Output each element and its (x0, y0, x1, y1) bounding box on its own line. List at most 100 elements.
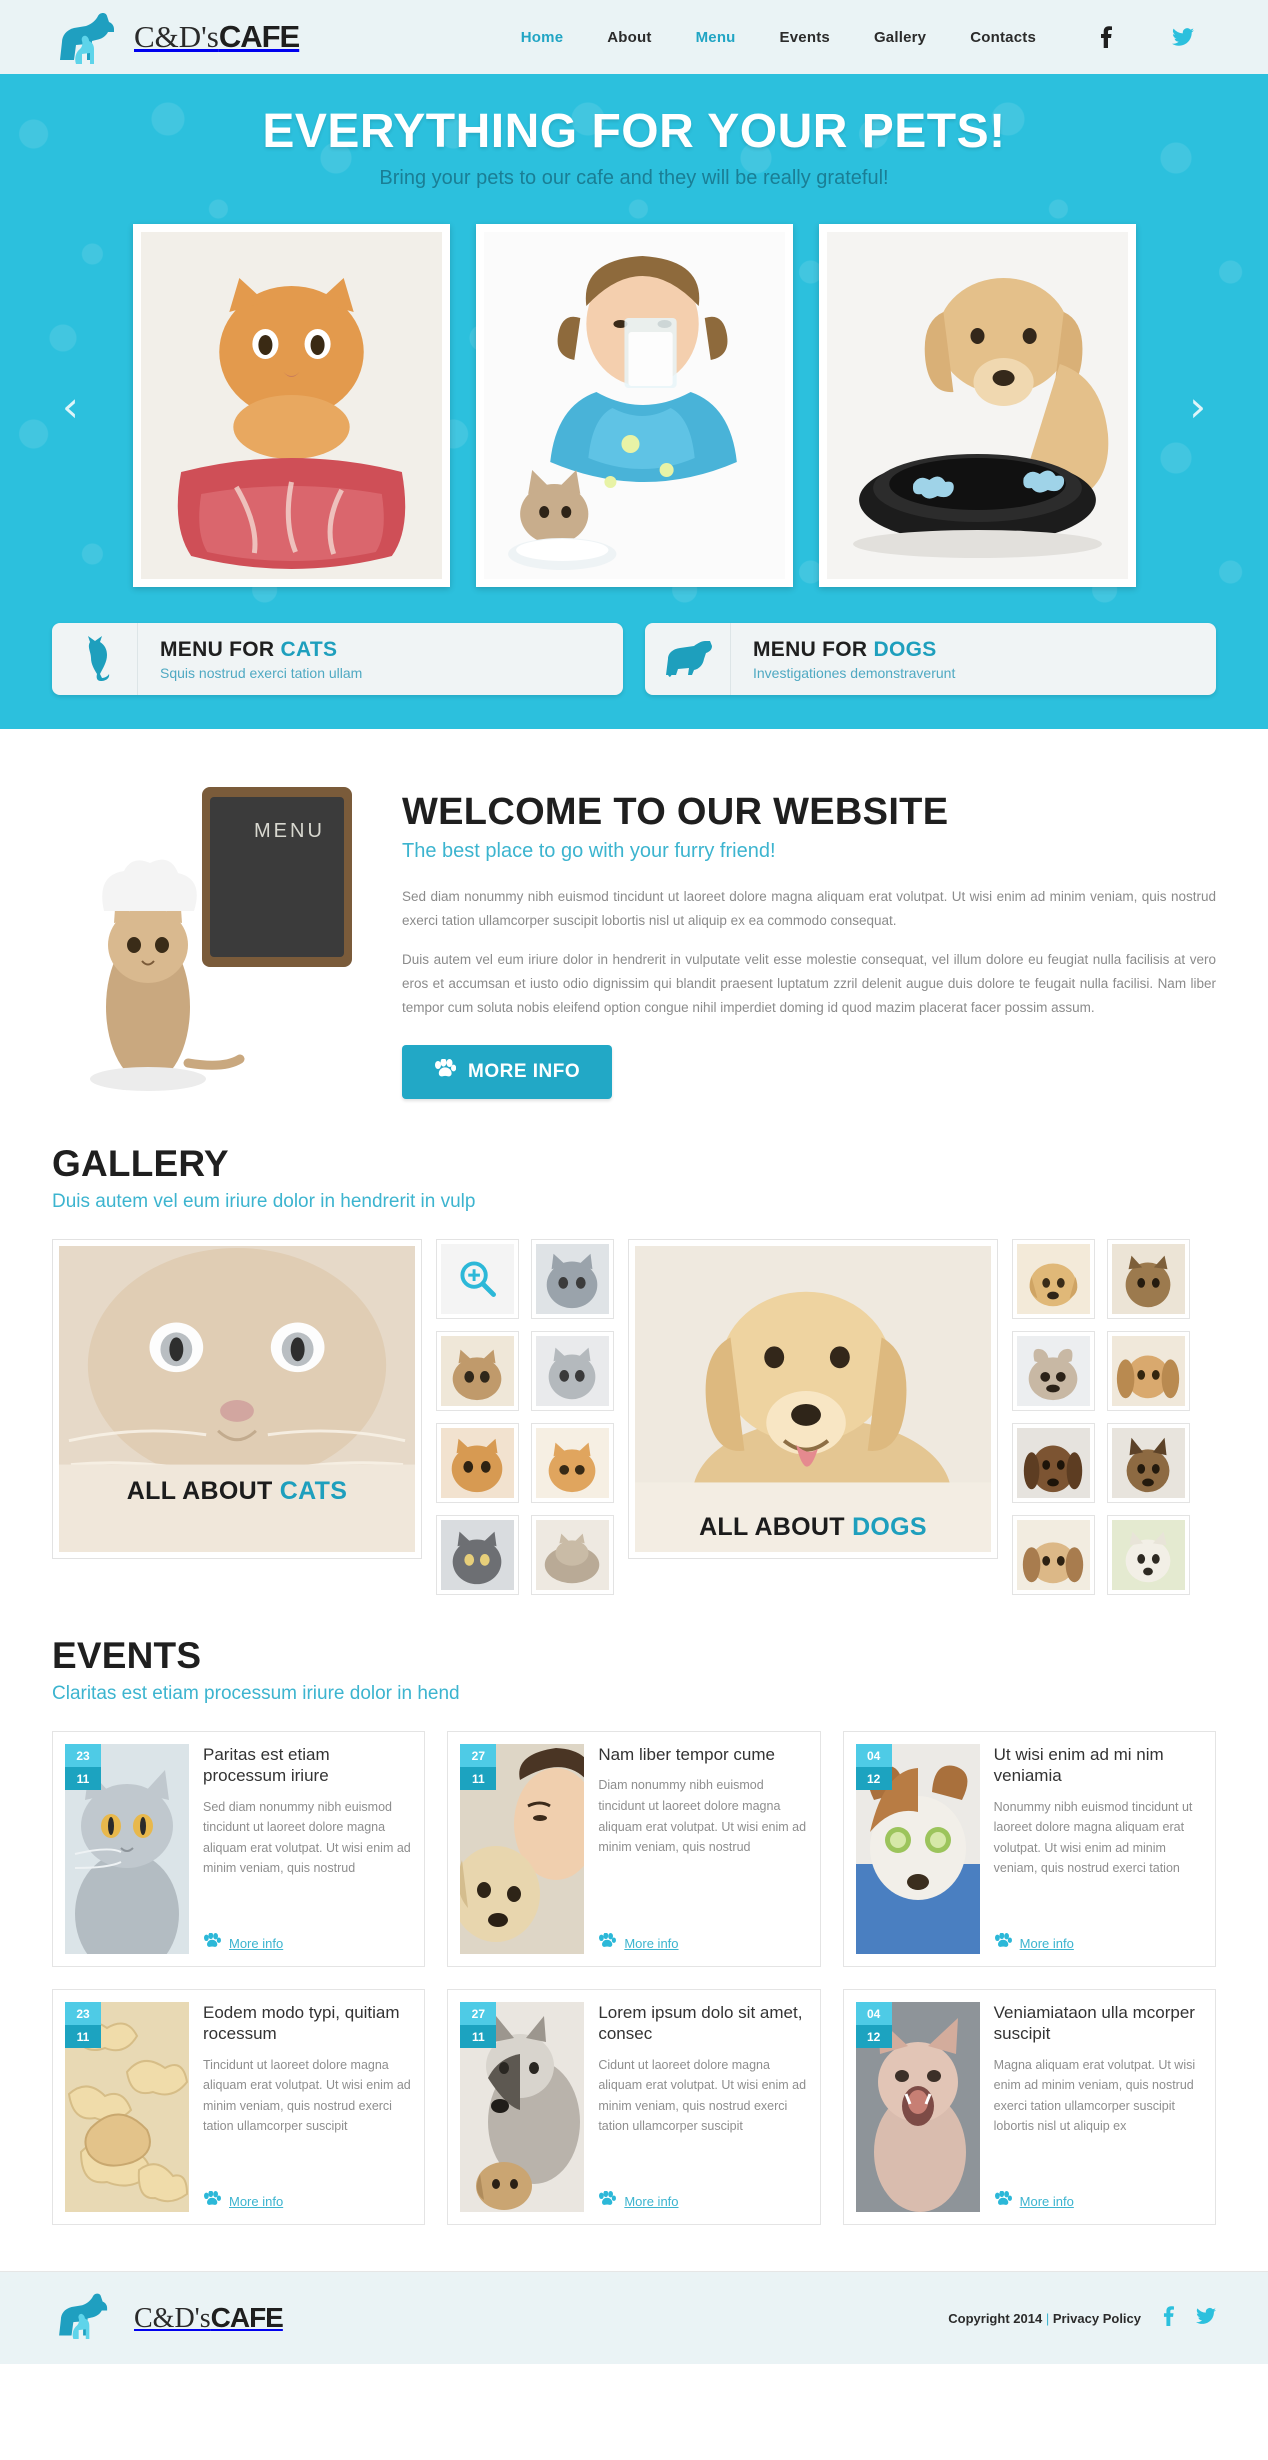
events-subtitle: Claritas est etiam processum iriure dolo… (52, 1683, 460, 1704)
ginger-cat-closeup-image (441, 1428, 514, 1498)
gallery-thumb[interactable] (436, 1239, 519, 1319)
paw-icon (598, 1932, 617, 1954)
gallery-thumb[interactable] (1107, 1515, 1190, 1595)
gallery-thumb[interactable] (436, 1515, 519, 1595)
welcome-title: WELCOME TO OUR WEBSITE (402, 791, 949, 833)
welcome-paragraph-2: Duis autem vel eum iriure dolor in hendr… (402, 952, 1216, 1015)
paw-icon (598, 2190, 617, 2212)
welcome-section: MENU WELCOME TO OUR WEBSITE The best pla… (0, 729, 1268, 1103)
event-month: 11 (460, 2025, 497, 2048)
nav-item-contacts[interactable]: Contacts (948, 29, 1058, 46)
slide-item[interactable] (132, 224, 450, 587)
paw-icon (203, 1932, 221, 1954)
tabby-kitten-image (441, 1336, 514, 1406)
dog-cat-silhouette-icon (52, 8, 124, 66)
event-month: 12 (855, 2025, 892, 2048)
event-text: Diam nonummy nibh euismod tincidunt ut l… (598, 1778, 807, 1855)
nav-item-about[interactable]: About (585, 29, 673, 46)
event-more-info-link[interactable]: More info (1020, 2194, 1074, 2209)
gallery-thumb[interactable] (531, 1515, 614, 1595)
french-bulldog-image (1017, 1336, 1090, 1406)
gallery-thumb[interactable] (1107, 1239, 1190, 1319)
gallery-thumb[interactable] (531, 1423, 614, 1503)
more-info-button[interactable]: MORE INFO (402, 1045, 613, 1100)
event-day: 27 (460, 2002, 497, 2025)
event-more-info[interactable]: More info (994, 2190, 1203, 2212)
logo-text-thin: C&D's (134, 19, 219, 54)
copyright-block: Copyright 2014 | Privacy Policy (948, 2311, 1141, 2326)
footer-logo-text-thin: C&D's (134, 2302, 211, 2334)
site-footer: C&D'sCAFE Copyright 2014 | Privacy Polic… (0, 2272, 1268, 2364)
event-more-info-link[interactable]: More info (1020, 1936, 1074, 1951)
event-card[interactable]: 23 11 Paritas est etiam processum iriure… (52, 1731, 426, 1967)
menu-for-cats-title: MENU FOR CATS (160, 637, 338, 661)
event-card[interactable]: 27 11 Lorem ipsum dolo sit amet, consec … (447, 1989, 821, 2225)
gallery-thumb[interactable] (531, 1239, 614, 1319)
yorkshire-terrier-image (1112, 1244, 1185, 1314)
facebook-icon[interactable] (1078, 26, 1134, 48)
dog-silhouette-icon (645, 623, 731, 695)
logo-text: C&D'sCAFE (134, 19, 300, 55)
slider-prev-arrow[interactable]: ‹ (62, 385, 79, 428)
slider-next-arrow[interactable]: › (1189, 385, 1206, 428)
menu-for-dogs-bar[interactable]: MENU FOR DOGS Investigationes demonstrav… (645, 623, 1216, 695)
event-title: Nam liber tempor cume (598, 1745, 775, 1764)
event-image-wrapper: 04 12 (855, 2002, 980, 2212)
event-more-info-link[interactable]: More info (624, 2194, 678, 2209)
gallery-cats-feature[interactable]: ALL ABOUT CATS (52, 1239, 422, 1559)
gallery-thumb[interactable] (531, 1331, 614, 1411)
event-title: Eodem modo typi, quitiam rocessum (203, 2003, 400, 2044)
paw-icon (994, 2190, 1012, 2212)
gallery-thumb[interactable] (436, 1331, 519, 1411)
event-more-info[interactable]: More info (994, 1932, 1203, 1954)
footer-right-block: Copyright 2014 | Privacy Policy (948, 2305, 1216, 2331)
event-image-wrapper: 23 11 (65, 1744, 189, 1954)
gallery-thumb[interactable] (436, 1423, 519, 1503)
gallery-thumb[interactable] (1012, 1515, 1095, 1595)
menu-for-cats-bar[interactable]: MENU FOR CATS Squis nostrud exerci tatio… (52, 623, 623, 695)
event-more-info[interactable]: More info (203, 2190, 412, 2212)
footer-logo[interactable]: C&D'sCAFE (52, 2289, 284, 2347)
gallery-thumb[interactable] (1107, 1331, 1190, 1411)
event-card[interactable]: 27 11 Nam liber tempor cume Diam nonummy… (447, 1731, 821, 1967)
event-date-badge: 04 12 (855, 1744, 892, 1790)
event-more-info-link[interactable]: More info (229, 2194, 283, 2209)
nav-item-events[interactable]: Events (758, 29, 852, 46)
main-navigation: Home About Menu Events Gallery Contacts (499, 26, 1216, 48)
gallery-cats-caption: ALL ABOUT CATS (126, 1477, 348, 1505)
nav-item-home[interactable]: Home (499, 29, 585, 46)
event-image-wrapper: 27 11 (460, 1744, 585, 1954)
facebook-icon[interactable] (1163, 2305, 1174, 2331)
nav-item-menu[interactable]: Menu (674, 29, 758, 46)
event-title: Ut wisi enim ad mi nim veniamia (993, 1745, 1164, 1786)
nav-item-gallery[interactable]: Gallery (852, 29, 948, 46)
event-more-info[interactable]: More info (598, 1932, 807, 1954)
event-day: 27 (460, 1744, 497, 1767)
twitter-icon[interactable] (1150, 27, 1216, 47)
twitter-icon[interactable] (1196, 2307, 1216, 2330)
event-more-info[interactable]: More info (598, 2190, 807, 2212)
event-more-info-link[interactable]: More info (229, 1936, 283, 1951)
gallery-thumb[interactable] (1012, 1423, 1095, 1503)
slide-item[interactable] (818, 224, 1136, 587)
site-logo[interactable]: C&D'sCAFE (52, 8, 300, 66)
copyright-separator: | (1045, 2310, 1050, 2326)
gallery-thumb[interactable] (1012, 1239, 1095, 1319)
menu-for-cats-subtitle: Squis nostrud exerci tation ullam (160, 664, 363, 681)
event-more-info[interactable]: More info (203, 1932, 412, 1954)
girl-drinking-milk-with-kitten-image (483, 232, 785, 579)
event-image-wrapper: 27 11 (460, 2002, 585, 2212)
slide-item[interactable] (475, 224, 793, 587)
privacy-policy-link[interactable]: Privacy Policy (1053, 2311, 1141, 2326)
event-card[interactable]: 04 12 Veniamiataon ulla mcorper suscipit… (842, 1989, 1216, 2225)
event-card[interactable]: 23 11 Eodem modo typi, quitiam rocessum … (52, 1989, 426, 2225)
event-date-badge: 23 11 (65, 1744, 101, 1790)
gallery-thumb[interactable] (1107, 1423, 1190, 1503)
gallery-thumb[interactable] (1012, 1331, 1095, 1411)
event-card[interactable]: 04 12 Ut wisi enim ad mi nim veniamia No… (842, 1731, 1216, 1967)
gallery-dogs-feature[interactable]: ALL ABOUT DOGS (628, 1239, 998, 1559)
event-more-info-link[interactable]: More info (624, 1936, 678, 1951)
events-title: EVENTS (52, 1635, 202, 1676)
copyright-text: Copyright 2014 (948, 2310, 1043, 2326)
event-month: 12 (855, 1767, 892, 1790)
